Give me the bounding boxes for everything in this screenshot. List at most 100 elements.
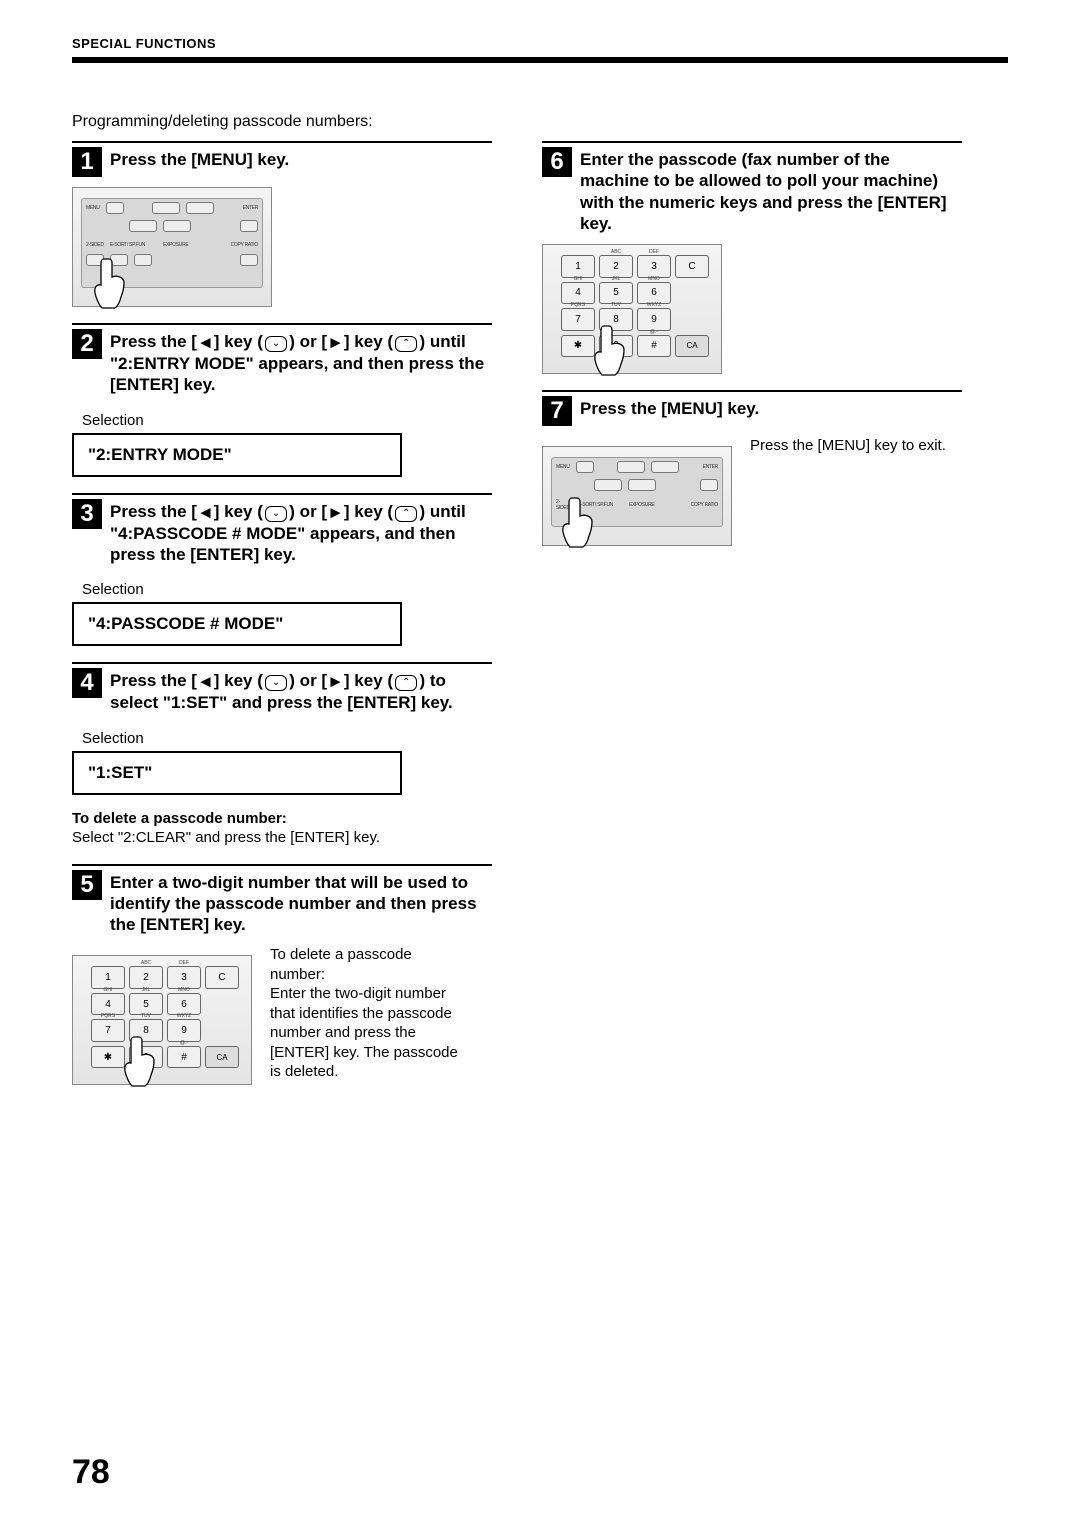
left-triangle-icon: ◄	[197, 671, 214, 692]
keypad-key: 9WXYZ	[167, 1019, 201, 1042]
keypad-key: 4GHI	[91, 993, 125, 1016]
keypad-key: ✱	[91, 1046, 125, 1069]
step-number: 5	[72, 870, 102, 900]
step-1: 1 Press the [MENU] key. MENU ENTER	[72, 141, 492, 307]
panel-key-icon	[240, 254, 258, 266]
numeric-keypad-figure: 12ABC3DEFC4GHI5JKL6MNO7PQRS8TUV9WXYZ✱0#@…	[72, 955, 252, 1085]
keypad-key: 3DEF	[167, 966, 201, 989]
hand-press-icon	[591, 322, 631, 377]
t: Press the [	[110, 332, 197, 351]
keypad-key: 1	[91, 966, 125, 989]
keypad-key: C	[675, 255, 709, 278]
step-number: 2	[72, 329, 102, 359]
t: Press the [	[110, 502, 197, 521]
enter-label: ENTER	[243, 205, 258, 211]
panel-key-icon	[134, 254, 152, 266]
keypad-key: 5JKL	[129, 993, 163, 1016]
selection-label: Selection	[82, 730, 492, 747]
keypad-key: #@.-	[637, 335, 671, 358]
step-number: 1	[72, 147, 102, 177]
hand-press-icon	[91, 255, 131, 310]
keypad-key: 4GHI	[561, 282, 595, 305]
esort-label: E-SORT/ SP.FUN	[110, 242, 145, 248]
t: Press the [	[110, 671, 197, 690]
t: ] key (	[214, 502, 263, 521]
step-title: Press the [◄] key (⌄) or [►] key (⌃) unt…	[110, 329, 492, 396]
hand-press-icon	[559, 494, 599, 549]
t: ] key (	[214, 671, 263, 690]
step-6: 6 Enter the passcode (fax number of the …	[542, 141, 962, 374]
step-title: Press the [MENU] key.	[110, 147, 289, 170]
step-title: Enter the passcode (fax number of the ma…	[580, 147, 962, 234]
left-arrow-button-icon	[152, 202, 180, 214]
control-panel-figure: MENU ENTER	[542, 446, 732, 546]
exit-note: Press the [MENU] key to exit.	[750, 436, 950, 456]
copyratio-label: COPY RATIO	[231, 242, 258, 248]
left-triangle-icon: ◄	[197, 502, 214, 523]
copyratio-label: COPY RATIO	[691, 502, 718, 508]
menu-label: MENU	[86, 205, 100, 211]
enter-button-icon	[700, 479, 718, 491]
keypad-key: 3DEF	[637, 255, 671, 278]
oval-up-button-icon: ⌃	[395, 336, 417, 352]
delete-note: To delete a passcode number: Select "2:C…	[72, 809, 492, 848]
keypad-key: C	[205, 966, 239, 989]
keypad-key: 2ABC	[599, 255, 633, 278]
keypad-key: #@.-	[167, 1046, 201, 1069]
up-arrow-button-icon	[163, 220, 191, 232]
two-sided-label: 2-SIDED	[86, 242, 104, 248]
oval-up-button-icon: ⌃	[395, 675, 417, 691]
step-rule	[72, 864, 492, 866]
section-header: SPECIAL FUNCTIONS	[72, 36, 1008, 51]
t: ) or [	[289, 332, 327, 351]
keypad-key: 7PQRS	[561, 308, 595, 331]
control-panel-figure: MENU ENTER	[72, 187, 272, 307]
oval-down-button-icon: ⌄	[265, 675, 287, 691]
keypad-key: 6MNO	[167, 993, 201, 1016]
t: ] key (	[344, 671, 393, 690]
selection-label: Selection	[82, 581, 492, 598]
step-number: 6	[542, 147, 572, 177]
step-rule	[72, 323, 492, 325]
menu-label: MENU	[556, 464, 570, 470]
enter-label: ENTER	[703, 464, 718, 470]
step-7: 7 Press the [MENU] key. MENU	[542, 390, 962, 546]
keypad-key: 1	[561, 255, 595, 278]
right-triangle-icon: ►	[327, 332, 344, 353]
oval-down-button-icon: ⌄	[265, 506, 287, 522]
step-3: 3 Press the [◄] key (⌄) or [►] key (⌃) u…	[72, 493, 492, 647]
keypad-key: 9WXYZ	[637, 308, 671, 331]
t: ] key (	[344, 502, 393, 521]
t: ) or [	[289, 502, 327, 521]
selection-box: "2:ENTRY MODE"	[72, 433, 402, 477]
step-rule	[72, 141, 492, 143]
page-number: 78	[72, 1453, 110, 1492]
t: ) or [	[289, 671, 327, 690]
menu-button-icon	[106, 202, 124, 214]
step-title: Press the [◄] key (⌄) or [►] key (⌃) to …	[110, 668, 492, 713]
selection-box: "4:PASSCODE # MODE"	[72, 602, 402, 646]
up-arrow-button-icon	[628, 479, 656, 491]
selection-box: "1:SET"	[72, 751, 402, 795]
note-head: To delete a passcode number:	[72, 810, 287, 827]
selection-label: Selection	[82, 412, 492, 429]
down-arrow-button-icon	[129, 220, 157, 232]
left-arrow-button-icon	[617, 461, 645, 473]
left-triangle-icon: ◄	[197, 332, 214, 353]
step-rule	[72, 662, 492, 664]
hand-press-icon	[121, 1033, 161, 1088]
menu-button-icon	[576, 461, 594, 473]
keypad-key: 6MNO	[637, 282, 671, 305]
keypad-key: 5JKL	[599, 282, 633, 305]
step-5: 5 Enter a two-digit number that will be …	[72, 864, 492, 1086]
numeric-keypad-figure: 12ABC3DEFC4GHI5JKL6MNO7PQRS8TUV9WXYZ✱0#@…	[542, 244, 722, 374]
right-triangle-icon: ►	[327, 671, 344, 692]
step-rule	[542, 390, 962, 392]
exposure-label: EXPOSURE	[629, 502, 654, 508]
keypad-key: 2ABC	[129, 966, 163, 989]
t: ] key (	[344, 332, 393, 351]
step-rule	[72, 493, 492, 495]
step-4: 4 Press the [◄] key (⌄) or [►] key (⌃) t…	[72, 662, 492, 847]
delete-note: To delete a passcode number: Enter the t…	[270, 945, 470, 1082]
keypad-key: 7PQRS	[91, 1019, 125, 1042]
